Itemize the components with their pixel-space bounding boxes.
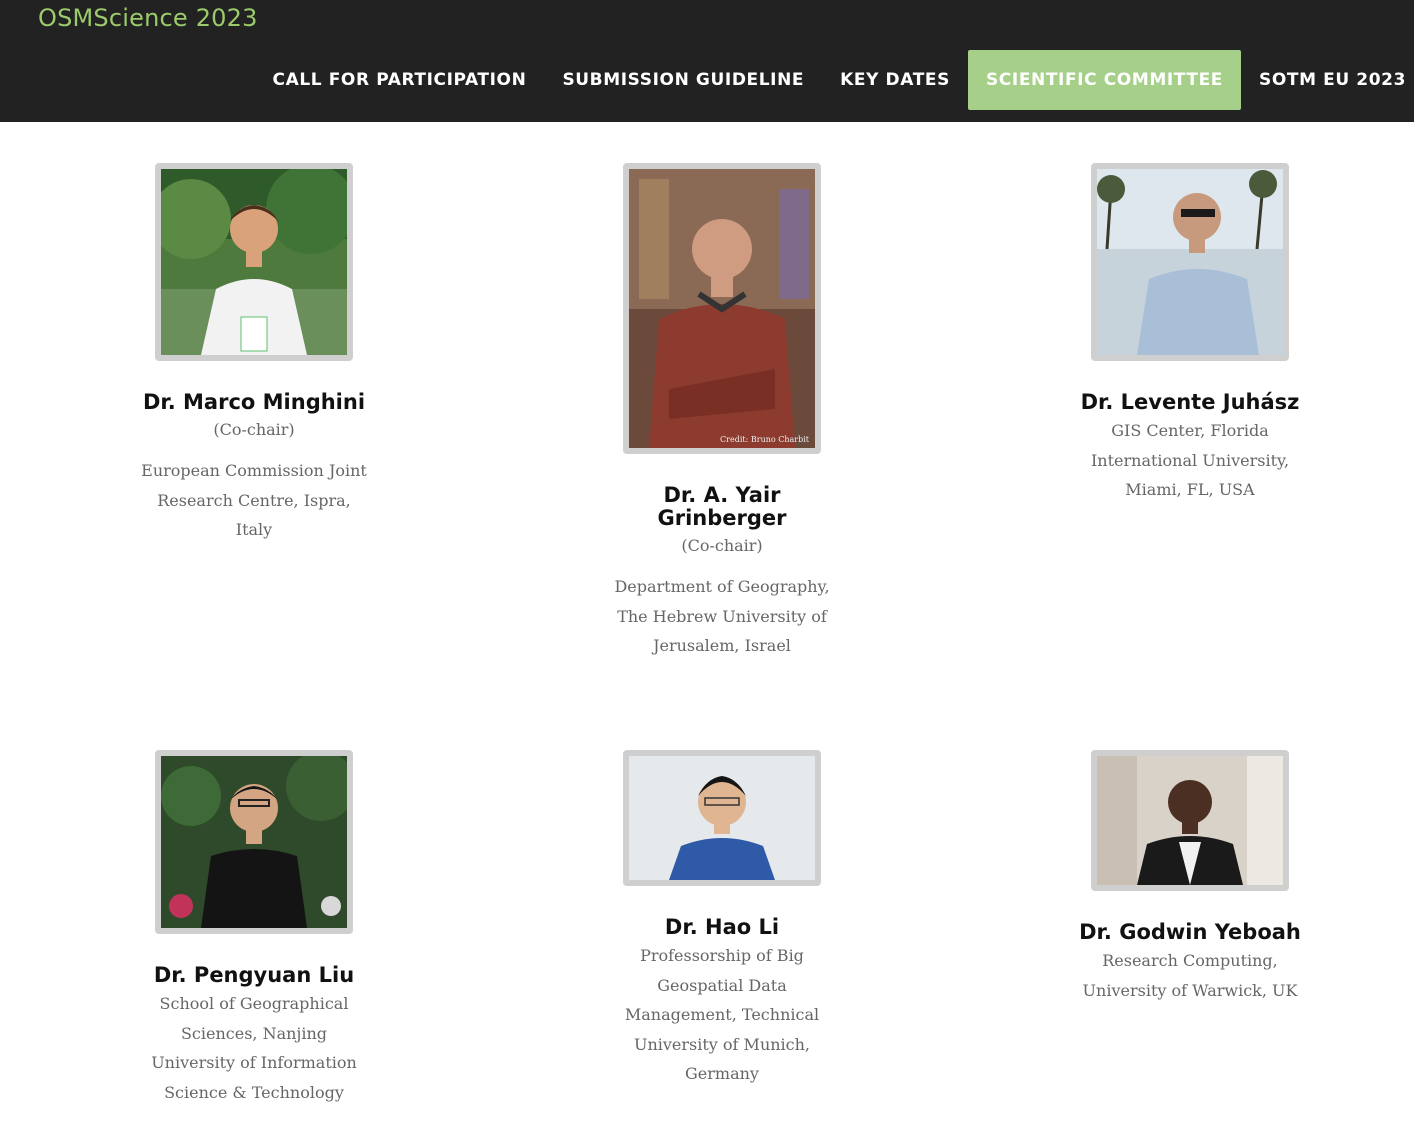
member-role: (Co-chair) bbox=[681, 536, 763, 555]
member-name: Dr. Hao Li bbox=[664, 915, 780, 939]
member-name: Dr. Pengyuan Liu bbox=[153, 963, 355, 987]
member-photo bbox=[155, 163, 353, 361]
main-nav: CALL FOR PARTICIPATION SUBMISSION GUIDEL… bbox=[255, 50, 1414, 110]
committee-member: Dr. Levente Juhász GIS Center, Florida I… bbox=[1070, 163, 1310, 505]
member-name: Dr. Marco Minghini bbox=[142, 390, 366, 414]
committee-member: Dr. Pengyuan Liu School of Geographical … bbox=[134, 750, 374, 1107]
member-affiliation: GIS Center, Florida International Univer… bbox=[1090, 421, 1290, 499]
member-photo bbox=[1091, 163, 1289, 361]
member-role: (Co-chair) bbox=[213, 420, 295, 439]
committee-member: Dr. Hao Li Professorship of Big Geospati… bbox=[602, 750, 842, 1089]
member-name: Dr. Levente Juhász bbox=[1080, 390, 1300, 414]
nav-submission-guideline[interactable]: SUBMISSION GUIDELINE bbox=[544, 50, 822, 110]
member-photo bbox=[623, 750, 821, 886]
member-name: Dr. Godwin Yeboah bbox=[1079, 920, 1301, 944]
member-affiliation: European Commission Joint Research Centr… bbox=[141, 461, 367, 539]
nav-call-for-participation[interactable]: CALL FOR PARTICIPATION bbox=[255, 50, 545, 110]
member-affiliation: Department of Geography, The Hebrew Univ… bbox=[614, 577, 830, 655]
committee-member: Dr. Godwin Yeboah Research Computing, Un… bbox=[1070, 750, 1310, 1005]
nav-sotm-eu-2023[interactable]: SOTM EU 2023 bbox=[1241, 50, 1414, 110]
member-photo bbox=[155, 750, 353, 934]
site-header: OSMScience 2023 CALL FOR PARTICIPATION S… bbox=[0, 0, 1414, 122]
site-title[interactable]: OSMScience 2023 bbox=[38, 4, 258, 32]
member-photo: Credit: Bruno Charbit bbox=[623, 163, 821, 454]
member-affiliation: Professorship of Big Geospatial Data Man… bbox=[624, 946, 820, 1083]
photo-credit: Credit: Bruno Charbit bbox=[720, 435, 809, 444]
member-affiliation: Research Computing, University of Warwic… bbox=[1082, 951, 1298, 1000]
committee-member: Dr. Marco Minghini (Co-chair) European C… bbox=[134, 163, 374, 545]
member-affiliation: School of Geographical Sciences, Nanjing… bbox=[151, 994, 357, 1102]
committee-member: Credit: Bruno Charbit Dr. A. Yair Grinbe… bbox=[602, 163, 842, 661]
nav-key-dates[interactable]: KEY DATES bbox=[822, 50, 968, 110]
nav-scientific-committee[interactable]: SCIENTIFIC COMMITTEE bbox=[967, 50, 1242, 110]
member-name: Dr. A. Yair Grinberger bbox=[657, 483, 787, 530]
member-photo bbox=[1091, 750, 1289, 891]
